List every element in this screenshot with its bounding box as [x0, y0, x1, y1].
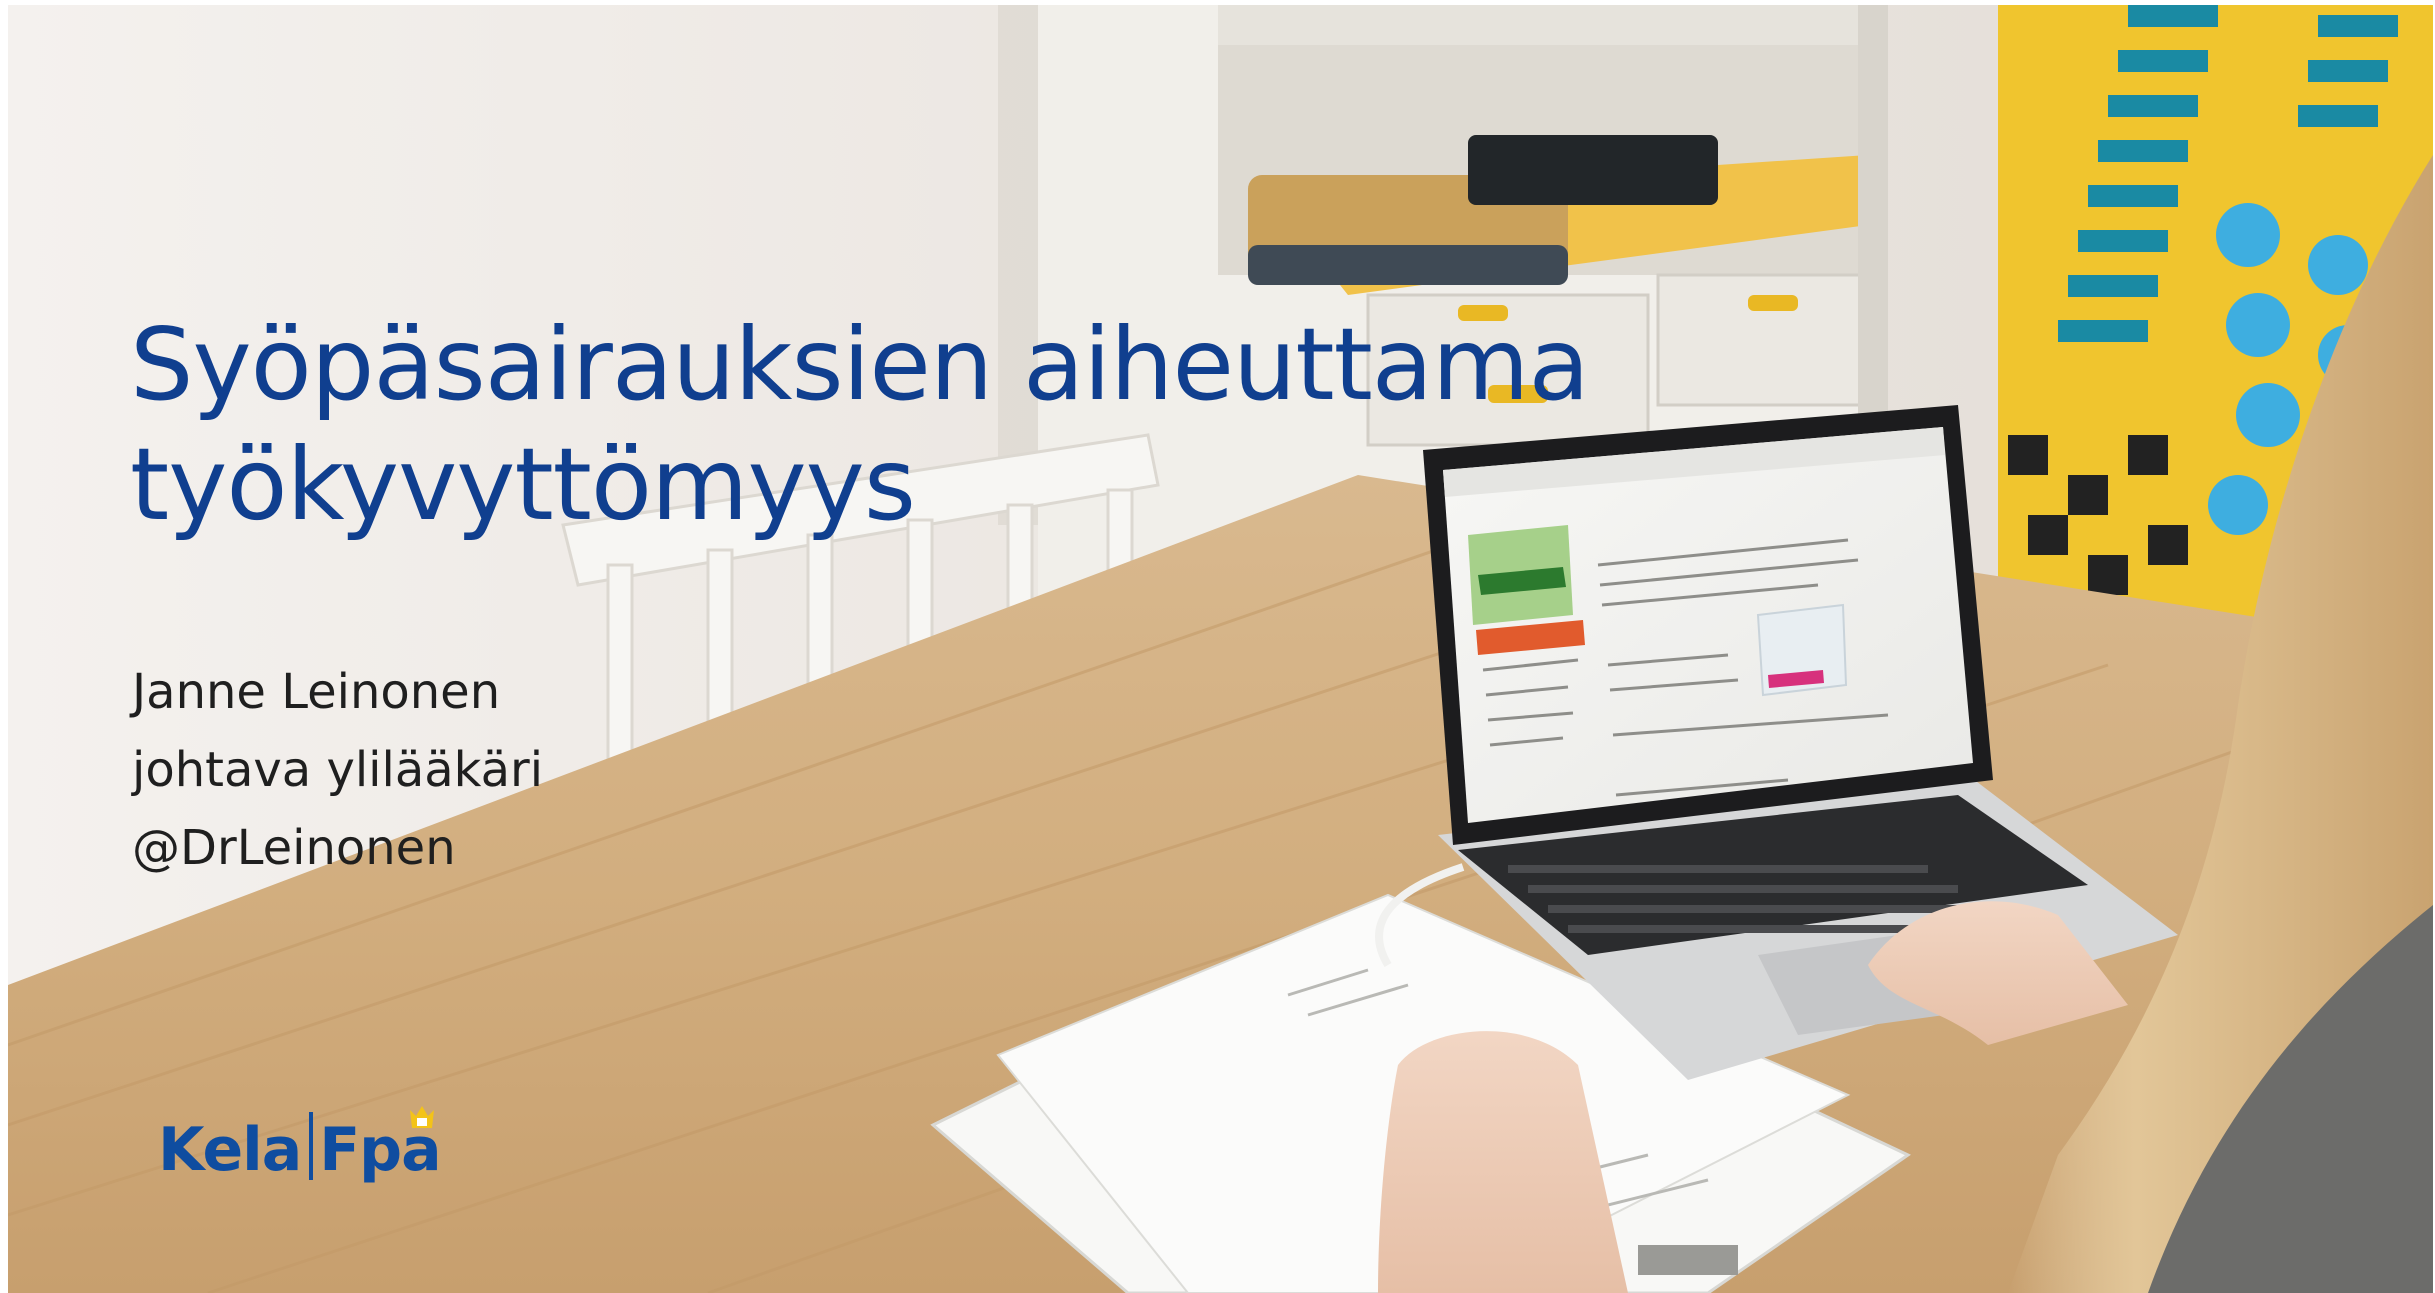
logo-text-left: Kela: [158, 1115, 302, 1185]
slide: Syöpäsairauksien aiheuttama työkyvyttömy…: [8, 5, 2433, 1293]
author-handle: @DrLeinonen: [132, 820, 456, 876]
slide-title-line-1: Syöpäsairauksien aiheuttama: [130, 306, 1590, 423]
author-name: Janne Leinonen: [132, 664, 501, 720]
kela-fpa-logo: Kela Fpa: [158, 1110, 442, 1190]
author-block: Janne Leinonen johtava ylilääkäri @DrLei…: [132, 653, 543, 887]
author-role: johtava ylilääkäri: [132, 742, 544, 798]
slide-title: Syöpäsairauksien aiheuttama työkyvyttömy…: [130, 305, 1590, 545]
background-illustration: [8, 5, 2433, 1293]
logo-divider: [309, 1112, 314, 1180]
slide-title-line-2: työkyvyttömyys: [130, 426, 916, 543]
crown-icon: [410, 1106, 434, 1128]
background-photo: [8, 5, 2433, 1293]
